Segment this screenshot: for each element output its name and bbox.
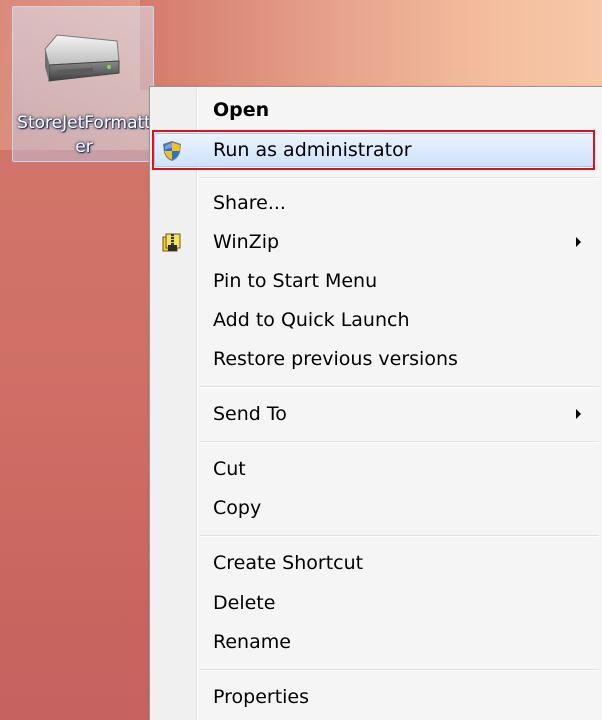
menu-separator — [200, 535, 599, 537]
winzip-icon — [162, 233, 181, 252]
menu-item-rename[interactable]: Rename — [150, 623, 599, 661]
removable-drive-icon — [44, 34, 120, 82]
desktop-icon-storejetformatter[interactable]: StoreJetFormatter — [12, 6, 154, 162]
menu-item-copy[interactable]: Copy — [150, 489, 599, 527]
menu-separator — [200, 177, 599, 179]
menu-item-label: Add to Quick Launch — [213, 309, 410, 331]
desktop-wallpaper-glow — [140, 0, 602, 90]
submenu-arrow-icon — [576, 409, 581, 419]
menu-item-send-to[interactable]: Send To — [150, 395, 599, 433]
menu-item-label: Rename — [213, 631, 291, 653]
menu-item-label: Restore previous versions — [213, 348, 458, 370]
context-menu: Open Run as administrator Share... WinZi… — [149, 86, 602, 720]
menu-item-label: Send To — [213, 403, 287, 425]
menu-item-share[interactable]: Share... — [150, 184, 599, 222]
menu-item-winzip[interactable]: WinZip — [150, 223, 599, 261]
menu-item-open[interactable]: Open — [150, 91, 599, 129]
desktop-icon-label: StoreJetFormatter — [17, 113, 151, 157]
menu-item-label: Properties — [213, 686, 310, 708]
menu-item-run-as-administrator[interactable]: Run as administrator — [150, 131, 599, 169]
desktop-wallpaper-strip — [0, 150, 150, 720]
uac-shield-icon — [163, 141, 181, 161]
menu-item-label: Cut — [213, 458, 246, 480]
menu-item-restore-previous-versions[interactable]: Restore previous versions — [150, 340, 599, 378]
menu-item-cut[interactable]: Cut — [150, 450, 599, 488]
menu-item-label: Create Shortcut — [213, 552, 364, 574]
menu-item-label: Run as administrator — [213, 139, 412, 161]
menu-item-properties[interactable]: Properties — [150, 678, 599, 716]
menu-item-add-to-quick-launch[interactable]: Add to Quick Launch — [150, 301, 599, 339]
menu-item-label: WinZip — [213, 231, 280, 253]
menu-item-label: Pin to Start Menu — [213, 270, 378, 292]
menu-separator — [200, 441, 599, 443]
menu-item-label: Share... — [213, 192, 286, 214]
menu-item-label: Delete — [213, 592, 276, 614]
menu-item-label: Open — [213, 99, 270, 121]
menu-item-label: Copy — [213, 497, 262, 519]
submenu-arrow-icon — [576, 237, 581, 247]
menu-separator — [200, 386, 599, 388]
menu-item-delete[interactable]: Delete — [150, 584, 599, 622]
menu-item-pin-to-start-menu[interactable]: Pin to Start Menu — [150, 262, 599, 300]
menu-item-create-shortcut[interactable]: Create Shortcut — [150, 544, 599, 582]
menu-separator — [200, 669, 599, 671]
